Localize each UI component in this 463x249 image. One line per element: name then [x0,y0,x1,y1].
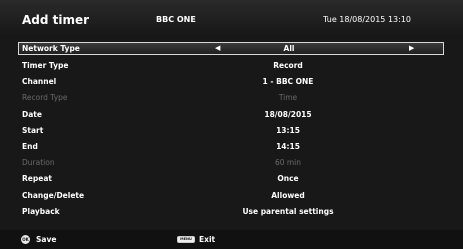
row-value: Allowed [271,190,305,200]
row-label: Playback [22,206,60,216]
arrow-right-icon[interactable]: ▶ [409,43,414,54]
row-value: 1 - BBC ONE [262,77,314,87]
record-type-row: Record Type Time [18,90,444,106]
row-value: 13:15 [276,125,300,135]
row-value: Time [278,93,298,103]
row-label: Network Type [22,44,80,53]
change-delete-row[interactable]: Change/Delete Allowed [18,188,444,204]
row-label: End [22,141,38,151]
row-value: 14:15 [276,141,300,151]
row-value: Record [273,61,303,70]
settings-list: Network Type ◀ All ▶ Timer Type Record C… [18,42,444,220]
save-label: Save [36,235,57,244]
row-label: Duration [22,158,55,168]
row-label: Repeat [22,174,52,184]
repeat-row[interactable]: Repeat Once [18,171,444,187]
row-value: Once [277,174,299,184]
row-label: Timer Type [22,61,69,70]
end-row[interactable]: End 14:15 [18,139,444,155]
row-label: Change/Delete [22,190,85,200]
tv-screen: Add timer BBC ONE Tue 18/08/2015 13:10 N… [0,0,463,249]
start-row[interactable]: Start 13:15 [18,123,444,139]
duration-row: Duration 60 min [18,155,444,171]
timer-type-row[interactable]: Timer Type Record [18,58,444,74]
row-label: Date [22,109,42,119]
channel-name: BBC ONE [156,15,196,24]
header-bar: Add timer BBC ONE Tue 18/08/2015 13:10 [0,0,463,38]
ok-button-icon[interactable]: OK [21,235,30,244]
network-type-row[interactable]: Network Type ◀ All ▶ [18,42,444,55]
date-time: Tue 18/08/2015 13:10 [323,15,411,24]
exit-label: Exit [199,235,216,244]
row-value: Use parental settings [242,206,334,216]
row-label: Start [22,125,44,135]
row-value: All [283,44,295,53]
footer-bar: OK Save MENU Exit [0,230,463,249]
menu-button-icon[interactable]: MENU [177,236,195,243]
date-row[interactable]: Date 18/08/2015 [18,107,444,123]
channel-row[interactable]: Channel 1 - BBC ONE [18,74,444,90]
row-label: Record Type [22,93,68,103]
page-title: Add timer [22,13,90,27]
row-label: Channel [22,77,57,87]
row-value: 60 min [274,158,302,168]
playback-row[interactable]: Playback Use parental settings [18,204,444,220]
row-value: 18/08/2015 [264,109,312,119]
